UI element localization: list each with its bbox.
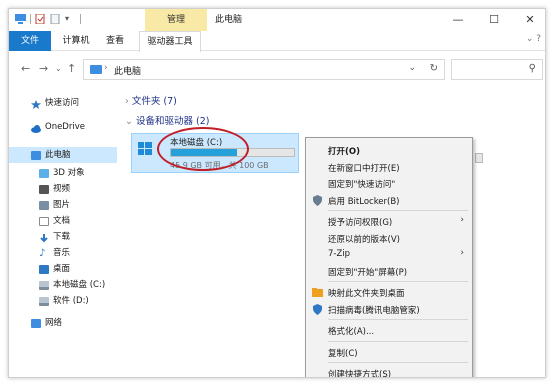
- context-menu: 打开(O) 在新窗口中打开(E) 固定到"快速访问" 启用 BitLocker(B) 授…: [305, 137, 473, 377]
- address-bar[interactable]: › 此电脑 ⌄ ↻: [83, 59, 445, 80]
- refresh-button[interactable]: ↻: [430, 63, 438, 74]
- tab-file[interactable]: 文件: [9, 31, 51, 51]
- menu-item[interactable]: 固定到"快速访问": [328, 178, 395, 190]
- customize-toolbar-icon[interactable]: ▾: [65, 14, 76, 24]
- sidebar-item-quick-access[interactable]: 快速访问: [9, 95, 117, 111]
- cube-icon: [39, 169, 49, 178]
- video-icon: [39, 185, 49, 194]
- desktop-icon: [39, 265, 49, 274]
- group-header-devices[interactable]: ⌄ 设备和驱动器 (2): [125, 113, 209, 127]
- windows-logo-icon: [138, 142, 152, 156]
- menu-item[interactable]: 启用 BitLocker(B): [328, 195, 400, 207]
- breadcrumb-this-pc[interactable]: 此电脑: [114, 64, 141, 77]
- menu-item[interactable]: 映射此文件夹到桌面: [328, 287, 405, 299]
- menu-item[interactable]: 复制(C): [328, 347, 358, 359]
- breadcrumb-separator: ›: [104, 63, 108, 73]
- submenu-arrow-icon: ›: [460, 248, 464, 258]
- separator: [30, 14, 31, 24]
- sidebar-item-videos[interactable]: 视频: [9, 181, 117, 197]
- search-input[interactable]: ⚲: [451, 59, 543, 80]
- close-button[interactable]: ✕: [513, 9, 545, 31]
- minimize-button[interactable]: —: [441, 9, 475, 31]
- menu-item[interactable]: 打开(O): [328, 145, 360, 157]
- group-header-folders[interactable]: › 文件夹 (7): [125, 93, 177, 107]
- sidebar-item-downloads[interactable]: 下载: [9, 229, 117, 245]
- picture-icon: [39, 201, 49, 210]
- drive-icon: [39, 297, 49, 306]
- title-bar: ▾ 管理 此电脑 — ☐ ✕: [9, 9, 545, 31]
- menu-separator: [328, 319, 468, 320]
- navigation-pane: 快速访问 OneDrive 此电脑 3D 对象 视频 图片 文档 下载 ♪ 音乐…: [9, 91, 117, 377]
- menu-separator: [328, 340, 468, 342]
- forward-button[interactable]: →: [39, 62, 48, 75]
- sidebar-item-music[interactable]: ♪ 音乐: [9, 245, 117, 261]
- star-icon: [31, 99, 41, 109]
- address-dropdown-button[interactable]: ⌄: [408, 63, 416, 73]
- menu-item[interactable]: 还原以前的版本(V): [328, 233, 400, 245]
- tab-computer[interactable]: 计算机: [57, 31, 95, 51]
- sidebar-item-documents[interactable]: 文档: [9, 213, 117, 229]
- menu-item[interactable]: 固定到"开始"屏幕(P): [328, 266, 407, 278]
- folder-icon: [312, 287, 323, 298]
- manage-context-tab[interactable]: 管理: [145, 9, 207, 31]
- sidebar-item-network[interactable]: 网络: [9, 315, 117, 331]
- navigation-bar: ← → ⌄ ↑ › 此电脑 ⌄ ↻ ⚲: [9, 57, 545, 83]
- window-title: 此电脑: [215, 15, 243, 25]
- submenu-arrow-icon: ›: [460, 215, 464, 225]
- document-icon: [39, 217, 49, 226]
- new-folder-icon[interactable]: [50, 13, 61, 25]
- separator: [80, 14, 81, 24]
- back-button[interactable]: ←: [21, 62, 30, 75]
- chevron-right-icon: ›: [125, 96, 129, 107]
- search-icon: ⚲: [528, 63, 536, 74]
- up-button[interactable]: ↑: [67, 62, 76, 75]
- highlight-ring: [157, 127, 249, 171]
- chevron-down-icon: ⌄: [125, 116, 133, 127]
- tab-view[interactable]: 查看: [101, 31, 129, 51]
- sidebar-item-onedrive[interactable]: OneDrive: [9, 119, 117, 135]
- computer-icon: [15, 14, 26, 24]
- menu-item[interactable]: 格式化(A)...: [328, 325, 374, 337]
- computer-icon: [90, 65, 102, 74]
- drive-d-bar-edge: [475, 153, 483, 163]
- cloud-icon: [31, 123, 41, 133]
- sidebar-item-3d-objects[interactable]: 3D 对象: [9, 165, 117, 181]
- ribbon-tabs: 文件 计算机 查看 驱动器工具 ⌄ ?: [9, 31, 545, 52]
- ribbon-expand-help[interactable]: ⌄ ?: [526, 34, 541, 44]
- sidebar-item-pictures[interactable]: 图片: [9, 197, 117, 213]
- menu-item[interactable]: 授予访问权限(G): [328, 216, 392, 228]
- sidebar-item-drive-c[interactable]: 本地磁盘 (C:): [9, 277, 117, 293]
- menu-separator: [328, 281, 468, 282]
- network-icon: [31, 319, 41, 328]
- computer-icon: [31, 151, 41, 160]
- sidebar-item-drive-d[interactable]: 软件 (D:): [9, 293, 117, 309]
- menu-separator: [328, 362, 468, 363]
- shield-blue-icon: [312, 303, 323, 315]
- maximize-button[interactable]: ☐: [477, 9, 511, 31]
- menu-item[interactable]: 在新窗口中打开(E): [328, 162, 400, 174]
- music-icon: ♪: [39, 248, 46, 259]
- sidebar-item-desktop[interactable]: 桌面: [9, 261, 117, 277]
- file-explorer-window: ▾ 管理 此电脑 — ☐ ✕ 文件 计算机 查看 驱动器工具 ⌄ ? ← → ⌄…: [8, 8, 546, 378]
- menu-item[interactable]: 7-Zip: [328, 249, 350, 259]
- drive-icon: [39, 281, 49, 290]
- sidebar-item-this-pc[interactable]: 此电脑: [9, 147, 117, 163]
- menu-item[interactable]: 创建快捷方式(S): [328, 368, 391, 377]
- quick-access-toolbar: ▾: [15, 13, 81, 25]
- tab-drive-tools[interactable]: 驱动器工具: [139, 31, 201, 52]
- recent-locations-button[interactable]: ⌄: [55, 64, 62, 73]
- menu-item[interactable]: 扫描病毒(腾讯电脑管家): [328, 304, 420, 316]
- properties-icon[interactable]: [35, 13, 46, 25]
- shield-icon: [312, 194, 323, 206]
- download-icon: [39, 233, 49, 243]
- menu-separator: [328, 210, 468, 211]
